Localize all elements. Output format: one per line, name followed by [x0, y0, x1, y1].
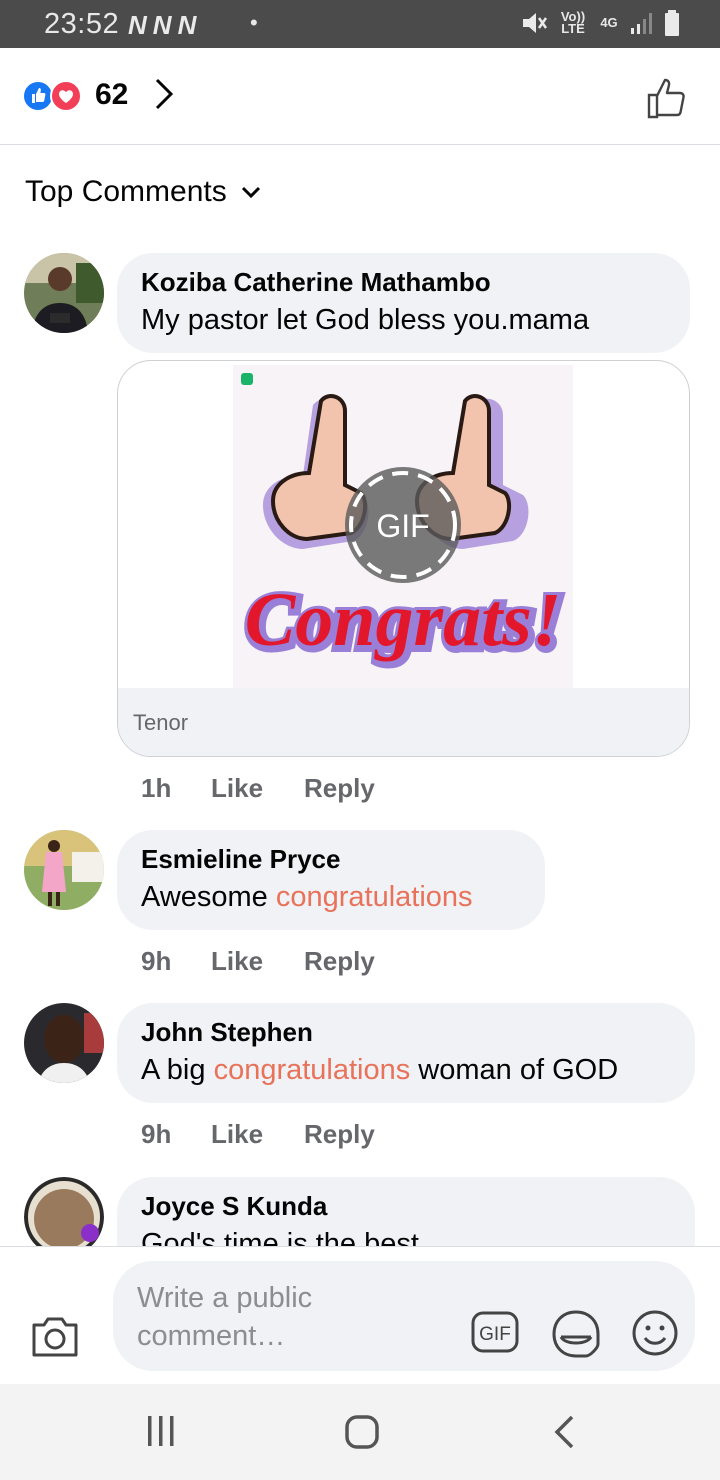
- highlighted-keyword[interactable]: congratulations: [214, 1054, 411, 1086]
- gif-source: Tenor: [133, 710, 189, 735]
- gif-attachment[interactable]: GIF Congrats! Congrats! Tenor: [117, 360, 690, 757]
- sticker-icon[interactable]: [551, 1309, 601, 1359]
- system-nav-bar: [0, 1384, 720, 1480]
- status-icons: Vo)) LTE 4G: [520, 10, 680, 36]
- comment-text: A big congratulations woman of GOD: [141, 1054, 671, 1087]
- reactions-bar[interactable]: 62: [0, 48, 720, 145]
- avatar-image: [24, 830, 104, 910]
- comment-time[interactable]: 9h: [141, 1119, 211, 1150]
- notification-icon: N: [128, 10, 147, 40]
- comment-text-part: Awesome: [141, 881, 276, 913]
- avatar[interactable]: [24, 253, 104, 333]
- comment-actions: 9h Like Reply: [141, 946, 375, 977]
- comment-actions: 1h Like Reply: [141, 773, 375, 804]
- home-icon[interactable]: [344, 1414, 380, 1450]
- status-dot: •: [250, 10, 258, 35]
- gif-badge: GIF: [376, 508, 429, 544]
- avatar-image: [24, 253, 104, 333]
- comment-text: Awesome congratulations: [141, 881, 521, 914]
- like-button[interactable]: Like: [211, 1119, 304, 1150]
- chevron-down-icon: [241, 186, 260, 199]
- comment-placeholder: Write a public comment…: [137, 1282, 313, 1352]
- comment-bubble[interactable]: John Stephen A big congratulations woman…: [117, 1003, 695, 1103]
- reaction-icons: [22, 80, 88, 112]
- top-comments-sort[interactable]: Top Comments: [25, 175, 261, 209]
- status-time: 23:52: [44, 8, 120, 40]
- recents-icon[interactable]: [146, 1414, 176, 1448]
- mute-icon: [523, 13, 548, 33]
- emoji-icon[interactable]: [631, 1309, 679, 1357]
- comment-bubble[interactable]: Esmieline Pryce Awesome congratulations: [117, 830, 545, 930]
- gif-icon-label: GIF: [479, 1324, 511, 1345]
- comment-text-part: woman of GOD: [410, 1054, 619, 1086]
- like-outline-icon[interactable]: [646, 76, 690, 120]
- comment-time[interactable]: 9h: [141, 946, 211, 977]
- notification-icon: N: [177, 10, 197, 40]
- comment-text: My pastor let God bless you.mama: [141, 304, 590, 336]
- back-icon[interactable]: [552, 1414, 576, 1450]
- comment-author[interactable]: Koziba Catherine Mathambo: [141, 267, 666, 298]
- reply-button[interactable]: Reply: [304, 1119, 375, 1150]
- comment-text-part: A big: [141, 1054, 214, 1086]
- avatar[interactable]: [24, 1177, 104, 1257]
- avatar[interactable]: [24, 830, 104, 910]
- comment-author[interactable]: Esmieline Pryce: [141, 844, 521, 875]
- congrats-gif-image: GIF Congrats! Congrats!: [233, 365, 573, 691]
- comment-author[interactable]: Joyce S Kunda: [141, 1191, 671, 1222]
- chevron-right-icon[interactable]: [152, 76, 176, 112]
- avatar-image: [24, 1177, 104, 1257]
- reaction-count: 62: [95, 78, 129, 111]
- comment-input[interactable]: Write a public comment… GIF: [113, 1261, 695, 1371]
- like-button[interactable]: Like: [211, 946, 304, 977]
- comment-time[interactable]: 1h: [141, 773, 211, 804]
- comment-composer: Write a public comment… GIF: [0, 1246, 720, 1384]
- gif-footer: Tenor: [118, 688, 689, 756]
- comment-bubble[interactable]: Koziba Catherine Mathambo My pastor let …: [117, 253, 690, 353]
- notification-icon: N: [152, 10, 172, 40]
- avatar[interactable]: [24, 1003, 104, 1083]
- volte-label: Vo)) LTE: [560, 9, 586, 36]
- heart-icon: [59, 90, 73, 103]
- comment-author[interactable]: John Stephen: [141, 1017, 671, 1048]
- sort-label: Top Comments: [25, 175, 227, 208]
- notification-icons: N N N: [128, 10, 196, 41]
- thumbs-up-icon: [32, 88, 46, 103]
- reply-button[interactable]: Reply: [304, 773, 375, 804]
- network-type-label: 4G: [600, 15, 618, 30]
- gif-icon[interactable]: GIF: [471, 1311, 519, 1353]
- camera-icon[interactable]: [30, 1313, 80, 1359]
- comments-sheet: 62 Top Comments Koziba Catherine Mathamb…: [0, 48, 720, 1384]
- gif-caption: Congrats!: [245, 578, 562, 662]
- highlighted-keyword[interactable]: congratulations: [276, 881, 473, 913]
- battery-icon: [665, 10, 679, 36]
- signal-icon: [631, 13, 652, 34]
- status-bar: 23:52 N N N • Vo)) LTE 4G: [0, 0, 720, 48]
- like-button[interactable]: Like: [211, 773, 304, 804]
- love-reaction-icon: [50, 80, 82, 112]
- comment-actions: 9h Like Reply: [141, 1119, 375, 1150]
- reply-button[interactable]: Reply: [304, 946, 375, 977]
- avatar-image: [24, 1003, 104, 1083]
